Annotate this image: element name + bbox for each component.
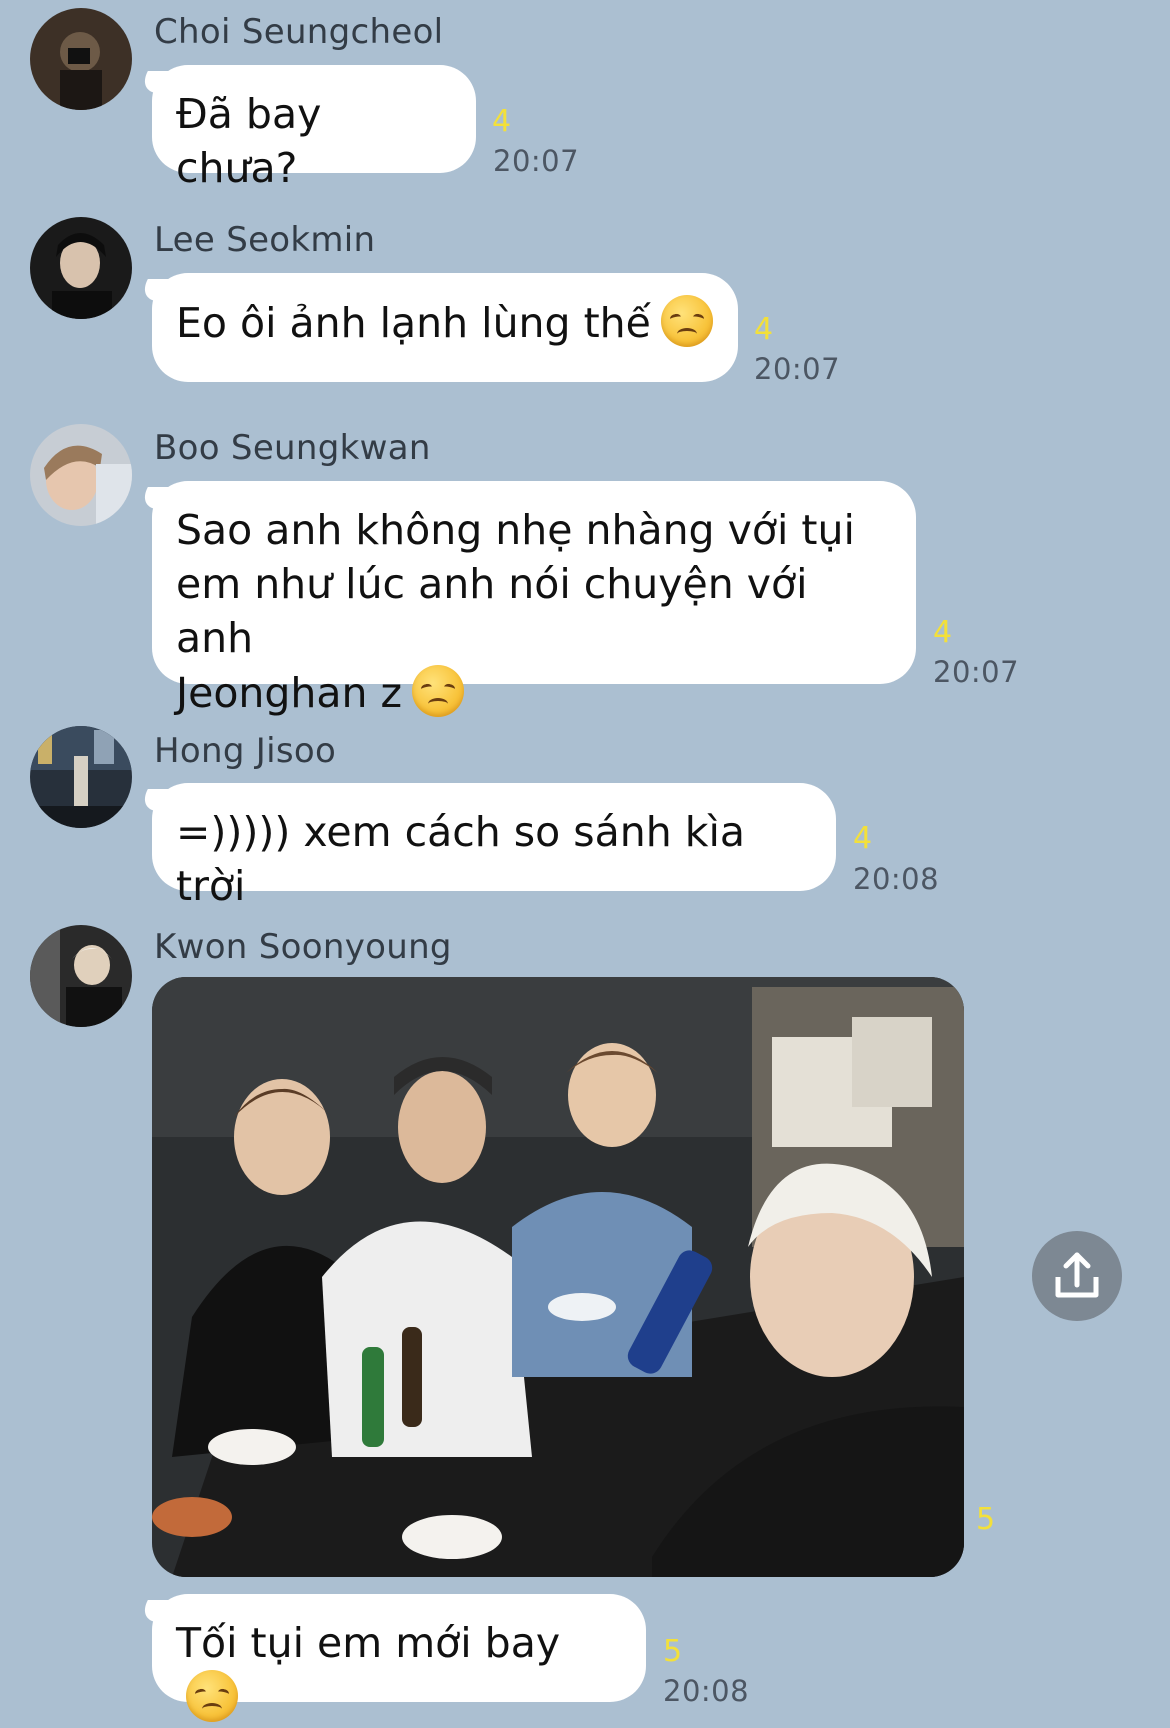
timestamp: 20:07: [493, 144, 580, 178]
message-bubble[interactable]: Đã bay chưa?: [152, 65, 476, 192]
timestamp: 20:08: [853, 862, 940, 896]
message-text: Đã bay chưa?: [176, 90, 322, 192]
message-text: Tối tụi em mới bay: [176, 1619, 561, 1667]
disappointed-face-icon: [186, 1670, 238, 1722]
avatar-kwon-soonyoung[interactable]: [30, 925, 132, 1027]
disappointed-face-icon: [660, 295, 713, 347]
message-bubble[interactable]: Sao anh không nhẹ nhàng với tụi em như l…: [152, 481, 916, 717]
read-count: 4: [492, 104, 512, 139]
message-bubble[interactable]: =))))) xem cách so sánh kìa trời: [152, 783, 836, 910]
message-line: Sao anh không nhẹ nhàng với tụi: [176, 506, 855, 554]
share-button[interactable]: [1032, 1231, 1122, 1321]
timestamp: 20:07: [754, 352, 841, 386]
message-bubble[interactable]: Tối tụi em mới bay: [152, 1594, 646, 1722]
read-count: 4: [853, 821, 873, 856]
disappointed-face-icon: [412, 665, 465, 717]
sender-name: Choi Seungcheol: [154, 12, 444, 52]
sender-name: Hong Jisoo: [154, 731, 337, 771]
message-text: Eo ôi ảnh lạnh lùng thế: [176, 299, 651, 347]
timestamp: 20:07: [933, 655, 1020, 689]
avatar-lee-seokmin[interactable]: [30, 217, 132, 319]
message-line: em như lúc anh nói chuyện với anh: [176, 560, 808, 662]
sender-name: Kwon Soonyoung: [154, 927, 452, 967]
avatar-boo-seungkwan[interactable]: [30, 424, 132, 526]
share-upload-icon: [1055, 1252, 1099, 1298]
sender-name: Lee Seokmin: [154, 220, 376, 260]
sender-name: Boo Seungkwan: [154, 428, 431, 468]
read-count: 4: [754, 312, 774, 347]
shared-photo[interactable]: [152, 977, 964, 1577]
message-text: =))))) xem cách so sánh kìa trời: [176, 808, 746, 910]
message-line: Jeonghan z: [176, 669, 403, 717]
read-count: 5: [663, 1634, 683, 1669]
avatar-choi-seungcheol[interactable]: [30, 8, 132, 110]
photo-read-count: 5: [976, 1502, 996, 1537]
read-count: 4: [933, 615, 953, 650]
timestamp: 20:08: [663, 1674, 750, 1708]
message-bubble[interactable]: Eo ôi ảnh lạnh lùng thế: [152, 273, 738, 382]
avatar-hong-jisoo[interactable]: [30, 726, 132, 828]
